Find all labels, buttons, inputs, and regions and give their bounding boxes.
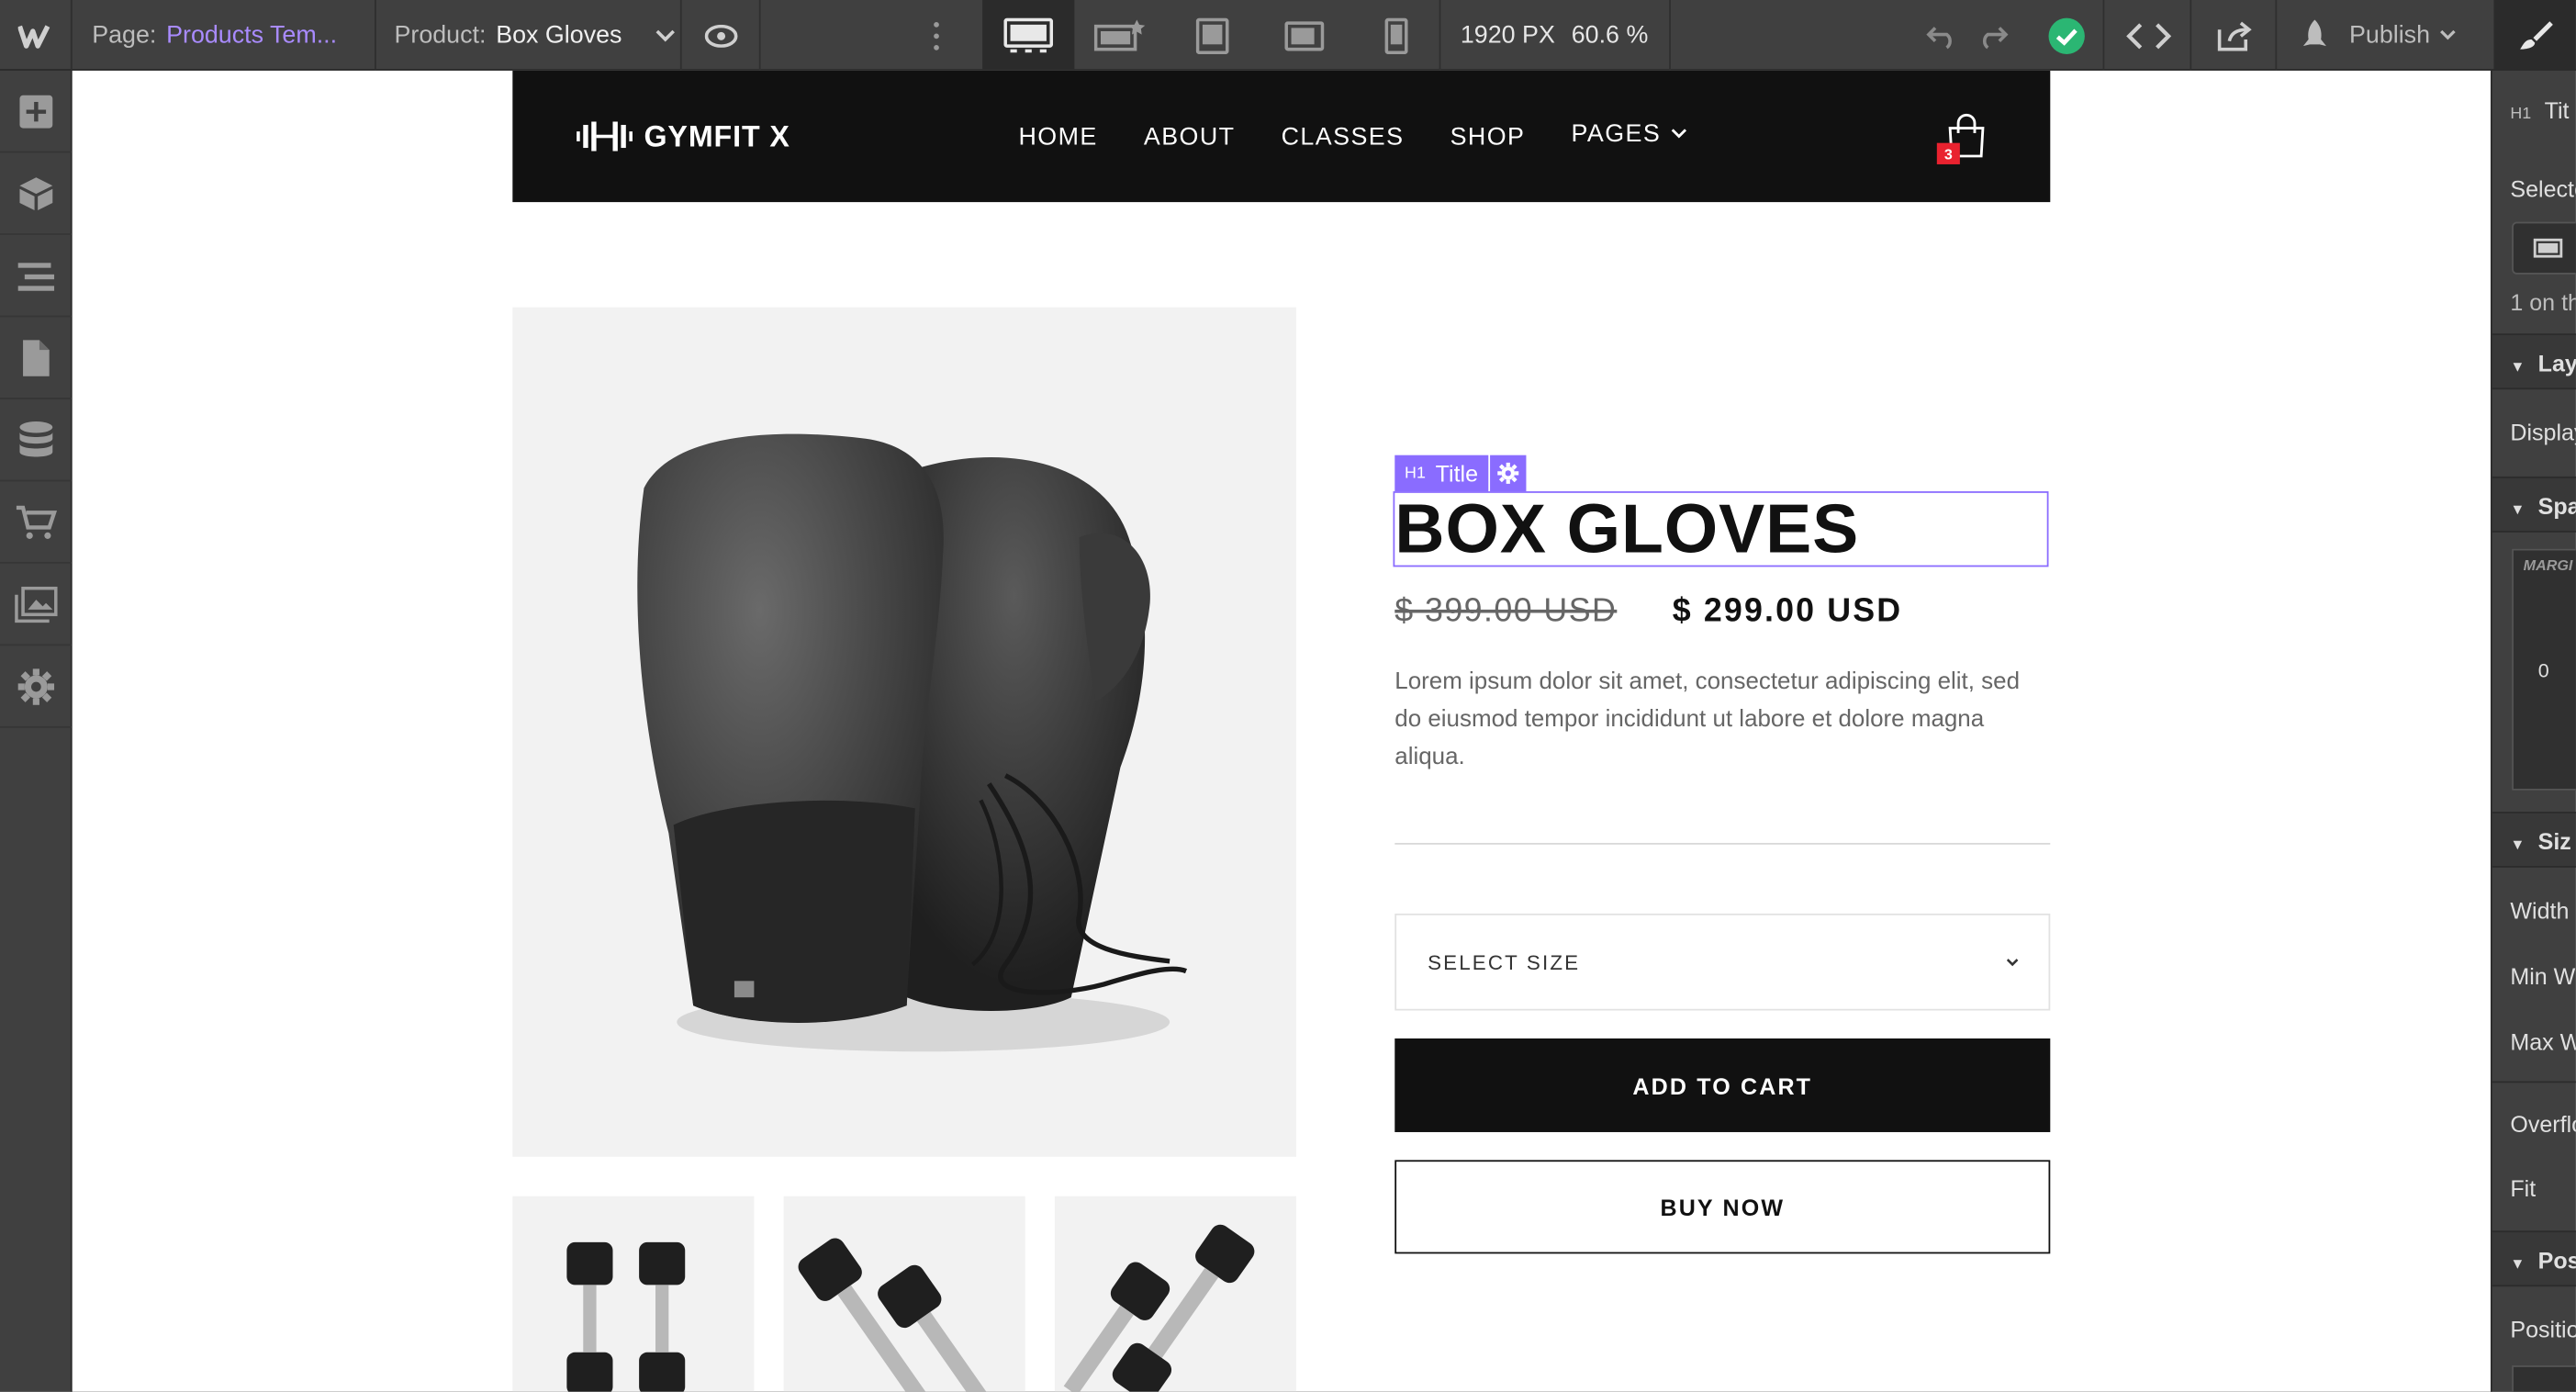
large-desktop-icon[interactable] xyxy=(1074,0,1166,71)
tablet-icon[interactable] xyxy=(1167,0,1259,71)
selector-label: Selecto xyxy=(2510,175,2576,203)
preview-eye-icon[interactable] xyxy=(701,0,741,71)
product-thumbnail-1[interactable] xyxy=(512,1196,755,1392)
display-label: Display xyxy=(2510,419,2576,445)
code-export-icon[interactable] xyxy=(2126,0,2172,71)
dumbbells-thumbnail xyxy=(566,1241,686,1392)
save-status-check-icon[interactable] xyxy=(2047,0,2087,71)
dumbbells-thumbnail xyxy=(798,1238,1006,1392)
settings-icon[interactable] xyxy=(0,645,73,728)
site-navbar: GYMFIT X HOME ABOUT CLASSES SHOP PAGES 3 xyxy=(512,70,2051,203)
add-to-cart-button[interactable]: ADD TO CART xyxy=(1394,1038,2051,1132)
position-label: Positio xyxy=(2510,1316,2576,1343)
style-panel: H1Tit Selecto 1 on th ▼Lay Display ▼Spa … xyxy=(2490,70,2576,1392)
overflow-label: Overflo xyxy=(2510,1110,2576,1138)
divider xyxy=(1394,843,2051,845)
on-this-page: 1 on th xyxy=(2510,288,2576,316)
product-key: Product: xyxy=(394,21,487,50)
rocket-icon xyxy=(2302,18,2326,46)
product-description: Lorem ipsum dolor sit amet, consectetur … xyxy=(1394,668,2021,771)
compare-at-price: $ 399.00 USD xyxy=(1394,593,1618,630)
design-canvas[interactable]: GYMFIT X HOME ABOUT CLASSES SHOP PAGES 3 xyxy=(72,70,2491,1392)
width-label: Width xyxy=(2510,897,2570,924)
site-brand[interactable]: GYMFIT X xyxy=(575,71,790,202)
nav-pages-dropdown[interactable]: PAGES xyxy=(1571,118,1687,150)
pages-icon[interactable] xyxy=(0,317,73,399)
more-options-icon[interactable] xyxy=(924,0,950,71)
selected-element-header: H1 Tit xyxy=(2492,97,2576,124)
size-select-placeholder: SELECT SIZE xyxy=(1428,950,1581,974)
cart-count-badge: 3 xyxy=(1936,142,1960,164)
section-position[interactable]: ▼Pos xyxy=(2492,1230,2576,1287)
canvas-size-readout[interactable]: 1920 PX 60.6 % xyxy=(1461,0,1648,71)
nav-home[interactable]: HOME xyxy=(1018,122,1097,150)
zoom-level: 60.6 % xyxy=(1571,21,1649,50)
dumbbells-thumbnail xyxy=(1063,1224,1255,1392)
section-size[interactable]: ▼ Siz xyxy=(2492,812,2576,868)
assets-icon[interactable] xyxy=(0,564,73,646)
nav-about[interactable]: ABOUT xyxy=(1144,122,1236,150)
desktop-icon[interactable] xyxy=(982,0,1075,71)
components-icon[interactable] xyxy=(0,152,73,235)
product-title[interactable]: BOX GLOVES xyxy=(1394,485,1859,574)
navigator-icon[interactable] xyxy=(0,235,73,318)
chevron-down-icon xyxy=(2006,958,2019,966)
nav-pages-label: PAGES xyxy=(1571,118,1662,148)
cart-button[interactable]: 3 xyxy=(1936,113,1987,164)
chevron-down-icon xyxy=(2440,29,2457,40)
size-select[interactable]: SELECT SIZE xyxy=(1394,913,2051,1011)
max-width-label: Max W xyxy=(2510,1028,2576,1055)
margin-box[interactable]: MARGI 0 xyxy=(2512,548,2576,791)
min-width-label: Min W xyxy=(2510,962,2576,990)
product-name: Box Gloves xyxy=(496,21,622,50)
buy-now-button[interactable]: BUY NOW xyxy=(1394,1160,2051,1254)
product-selector[interactable]: Product: Box Gloves xyxy=(394,0,675,71)
canvas-width: 1920 PX xyxy=(1460,21,1555,50)
product-thumbnail-2[interactable] xyxy=(783,1196,1025,1392)
product-thumbnail-3[interactable] xyxy=(1054,1196,1296,1392)
top-toolbar: Page: Products Tem... Product: Box Glove… xyxy=(0,0,2576,71)
nav-shop[interactable]: SHOP xyxy=(1450,122,1526,150)
chevron-down-icon xyxy=(1671,128,1687,138)
add-icon[interactable] xyxy=(0,71,73,153)
page-name: Products Tem... xyxy=(166,21,338,50)
designer-window: Page: Products Tem... Product: Box Glove… xyxy=(0,0,2576,1392)
selector-field[interactable] xyxy=(2512,221,2576,275)
page-key: Page: xyxy=(92,21,157,50)
nav-classes[interactable]: CLASSES xyxy=(1282,122,1405,150)
share-icon[interactable] xyxy=(2214,0,2254,71)
margin-left-value[interactable]: 0 xyxy=(2538,659,2549,682)
section-spacing[interactable]: ▼Spa xyxy=(2492,476,2576,533)
position-select[interactable] xyxy=(2512,1365,2576,1392)
margin-label: MARGI xyxy=(2523,556,2573,574)
dumbbell-logo-icon xyxy=(575,121,633,152)
brand-name: GYMFIT X xyxy=(644,118,790,152)
ecommerce-icon[interactable] xyxy=(0,481,73,564)
webflow-logo-icon xyxy=(17,24,50,48)
desktop-icon xyxy=(2533,238,2563,258)
element-tag: H1 xyxy=(2510,105,2532,124)
site-menu: HOME ABOUT CLASSES SHOP PAGES xyxy=(1018,71,1687,202)
redo-icon[interactable] xyxy=(1977,0,2010,71)
chevron-down-icon xyxy=(655,28,675,41)
mobile-landscape-icon[interactable] xyxy=(1259,0,1350,71)
boxing-gloves-image xyxy=(637,433,1188,1052)
publish-label: Publish xyxy=(2348,21,2431,50)
fit-label: Fit xyxy=(2510,1174,2537,1202)
product-price: $ 299.00 USD xyxy=(1672,593,1903,630)
cms-icon[interactable] xyxy=(0,399,73,482)
style-panel-brush-icon[interactable] xyxy=(2493,0,2576,71)
element-label: Tit xyxy=(2544,96,2570,124)
mobile-portrait-icon[interactable] xyxy=(1350,0,1442,71)
product-main-image[interactable] xyxy=(512,307,1296,1157)
publish-button[interactable]: Publish xyxy=(2297,0,2457,71)
undo-icon[interactable] xyxy=(1925,0,1958,71)
section-layout[interactable]: ▼ Lay xyxy=(2492,333,2576,390)
page-selector[interactable]: Page: Products Tem... xyxy=(92,0,337,71)
webflow-logo[interactable] xyxy=(0,0,73,71)
left-sidebar xyxy=(0,70,73,1392)
